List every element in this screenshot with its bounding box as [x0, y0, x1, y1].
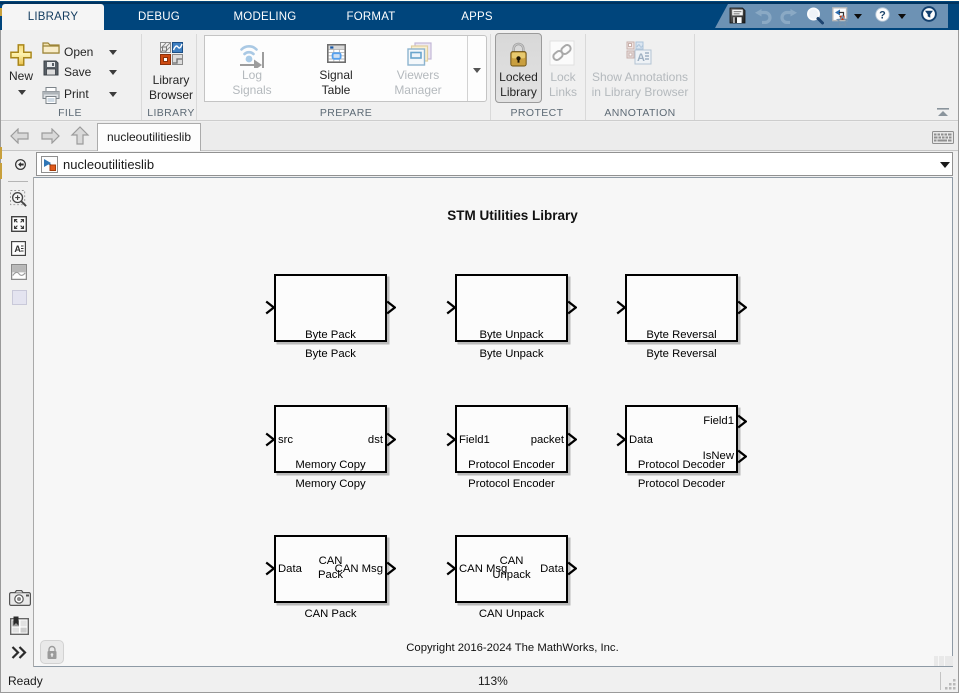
svg-text:A: A: [14, 244, 21, 254]
svg-text:?: ?: [879, 9, 886, 21]
svg-text:A: A: [637, 52, 645, 64]
